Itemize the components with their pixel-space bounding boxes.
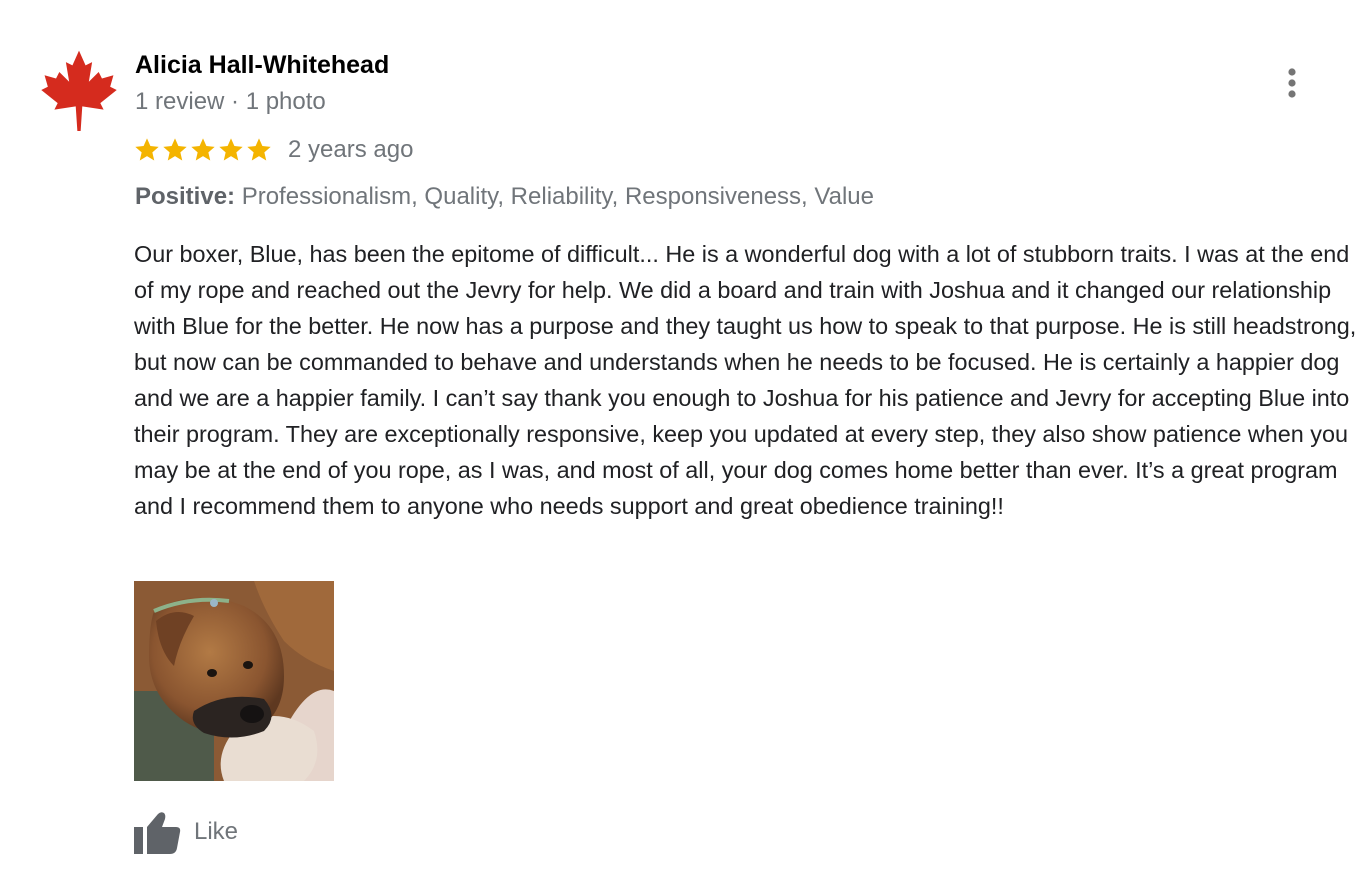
more-options-button[interactable] <box>1272 62 1312 104</box>
more-vertical-icon <box>1288 68 1296 98</box>
thumbs-up-icon <box>134 810 182 854</box>
boxer-dog-photo <box>134 581 334 781</box>
star-icon <box>219 138 243 161</box>
star-icon <box>135 138 159 161</box>
author-meta: 1 review · 1 photo <box>135 88 326 115</box>
star-icon <box>191 138 215 161</box>
star-icon <box>163 138 187 161</box>
star-rating <box>133 136 273 164</box>
maple-leaf-icon <box>41 50 117 131</box>
highlights-label: Positive: <box>135 183 236 210</box>
rating-row: 2 years ago <box>133 134 413 166</box>
highlights-items: Professionalism, Quality, Reliability, R… <box>241 183 874 210</box>
like-button[interactable]: Like <box>134 810 238 854</box>
like-label: Like <box>194 818 239 845</box>
review-text: Our boxer, Blue, has been the epitome of… <box>134 241 1357 519</box>
author-name[interactable]: Alicia Hall-Whitehead <box>135 51 389 80</box>
star-icon <box>247 138 271 161</box>
review-highlights: Positive: Professionalism, Quality, Reli… <box>135 183 874 211</box>
avatar[interactable] <box>38 48 120 132</box>
review-photo[interactable] <box>134 581 334 781</box>
review-date: 2 years ago <box>288 136 414 163</box>
